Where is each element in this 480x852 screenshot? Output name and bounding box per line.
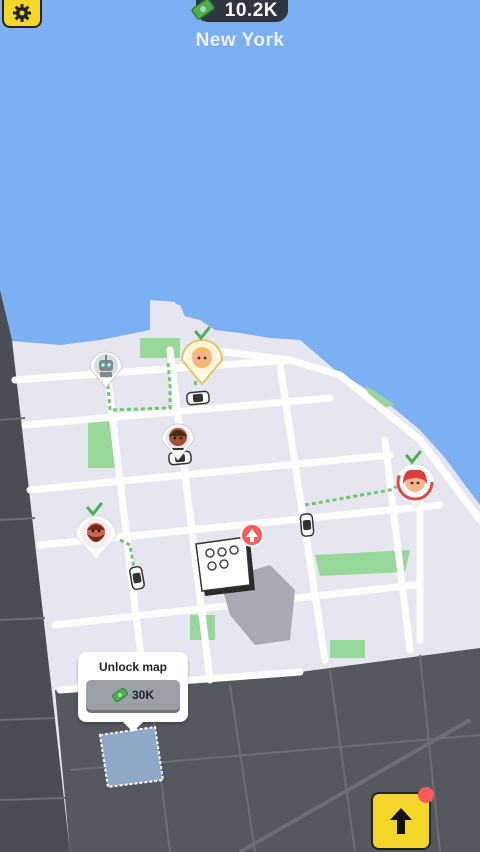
arrow-up-icon: [390, 808, 412, 834]
car: [186, 390, 210, 406]
money-amount: 10.2K: [224, 0, 278, 21]
unlock-map-card[interactable]: Unlock map 30K: [78, 652, 188, 732]
car: [299, 513, 315, 537]
notification-badge: [418, 787, 434, 803]
gear-icon: [13, 4, 31, 22]
unlock-map-button[interactable]: 30K: [86, 680, 180, 710]
unlock-map-price: 30K: [131, 688, 154, 702]
city-map[interactable]: [0, 0, 480, 852]
unlock-lot[interactable]: [98, 725, 165, 789]
cash-icon: [191, 0, 215, 20]
city-name: New York: [195, 30, 285, 51]
settings-button[interactable]: [2, 0, 42, 28]
money-counter: 10.2K: [191, 0, 288, 22]
cash-icon: [112, 688, 128, 702]
unlock-map-title: Unlock map: [98, 660, 167, 674]
